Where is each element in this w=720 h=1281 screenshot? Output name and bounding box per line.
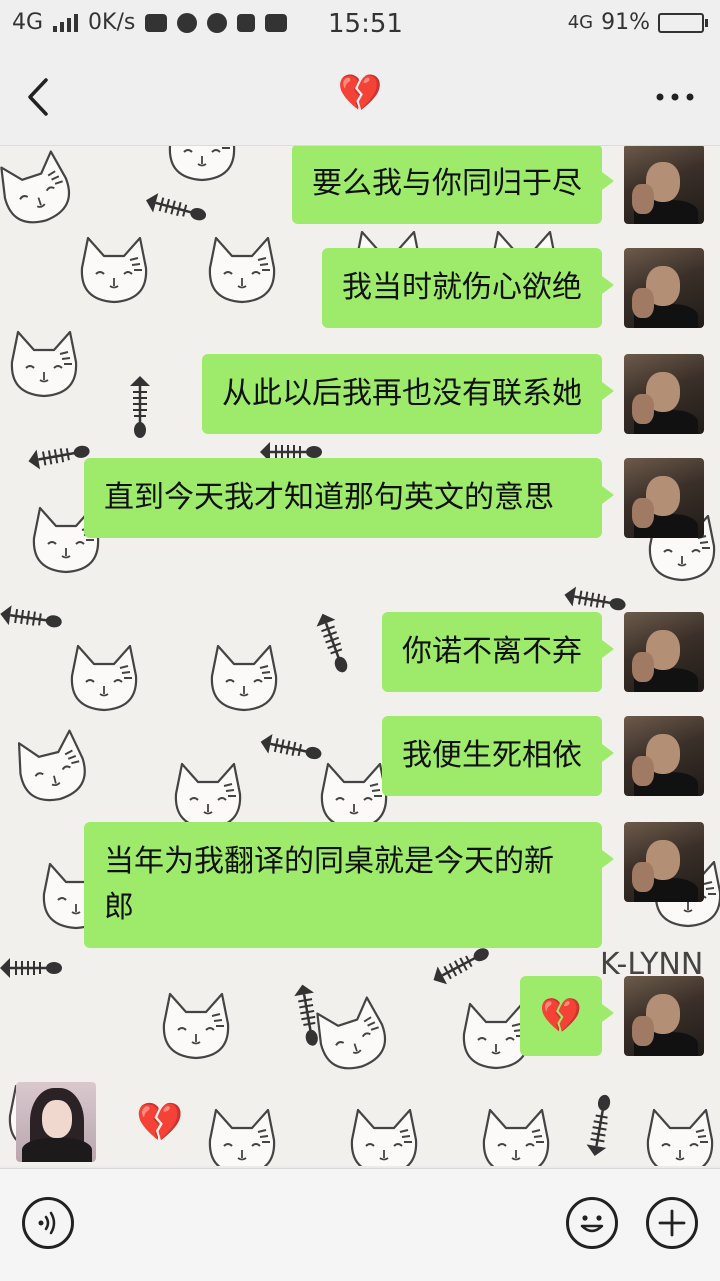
add-button[interactable] (646, 1197, 698, 1249)
voice-button[interactable] (22, 1197, 74, 1249)
message-row: 我当时就伤心欲绝 (322, 248, 704, 328)
incoming-message-row: 💔 (16, 1082, 183, 1162)
more-dots-icon (656, 93, 694, 101)
battery-percent: 91% (601, 10, 650, 35)
battery-icon (658, 12, 708, 33)
my-avatar[interactable] (624, 354, 704, 434)
clock: 15:51 (328, 9, 403, 39)
input-bar (0, 1168, 720, 1281)
message-row: 要么我与你同归于尽 (292, 146, 704, 224)
message-bubble[interactable]: 你诺不离不弃 (382, 612, 614, 692)
signal-icon (53, 13, 79, 32)
status-right: 4G 91% (568, 10, 708, 35)
shield-icon (207, 12, 228, 33)
chat-notification-icon (177, 12, 198, 33)
message-row: 从此以后我再也没有联系她 (202, 354, 704, 434)
message-row: 直到今天我才知道那句英文的意思 (84, 458, 704, 538)
my-avatar[interactable] (624, 716, 704, 796)
network-type-left: 4G (12, 10, 44, 35)
message-bubble[interactable]: 要么我与你同归于尽 (292, 146, 614, 224)
plus-icon (658, 1209, 686, 1237)
my-avatar[interactable] (624, 612, 704, 692)
chat-title: 💔 (337, 73, 383, 114)
message-bubble[interactable]: 我便生死相依 (382, 716, 614, 796)
message-row: 💔 (519, 976, 704, 1056)
status-bar: 4G 0K/s 15:51 4G 91% (0, 0, 720, 50)
message-bubble[interactable]: 我当时就伤心欲绝 (322, 248, 614, 328)
chat-header: 💔 (0, 50, 720, 146)
message-row: 你诺不离不弃 (382, 612, 704, 692)
message-bubble[interactable]: 当年为我翻译的同桌就是今天的新郎 (84, 822, 614, 948)
vibrate-icon (237, 13, 256, 32)
message-row: 当年为我翻译的同桌就是今天的新郎 (84, 822, 704, 948)
contact-avatar[interactable] (16, 1082, 96, 1162)
emoji-button[interactable] (566, 1197, 618, 1249)
chat-area[interactable]: K-LYNN 要么我与你同归于尽 我当时就伤心欲绝 从此以后我再也没有联系她 直… (0, 146, 720, 1166)
my-avatar[interactable] (624, 248, 704, 328)
video-icon (145, 13, 168, 32)
network-type-right: 4G (567, 12, 594, 33)
network-speed: 0K/s (88, 10, 136, 35)
my-avatar[interactable] (624, 822, 704, 902)
message-bubble[interactable]: 直到今天我才知道那句英文的意思 (84, 458, 614, 538)
status-left: 4G 0K/s (12, 10, 288, 35)
my-avatar[interactable] (624, 976, 704, 1056)
more-options-button[interactable] (650, 72, 700, 122)
message-bubble[interactable]: 从此以后我再也没有联系她 (202, 354, 614, 434)
image-notification-icon (265, 13, 288, 32)
message-bubble[interactable]: 💔 (519, 976, 615, 1056)
smiley-icon (580, 1215, 604, 1233)
message-row: 我便生死相依 (382, 716, 704, 796)
voice-icon (38, 1211, 56, 1235)
incoming-emoji[interactable]: 💔 (136, 1099, 183, 1145)
my-avatar[interactable] (624, 146, 704, 224)
my-avatar[interactable] (624, 458, 704, 538)
